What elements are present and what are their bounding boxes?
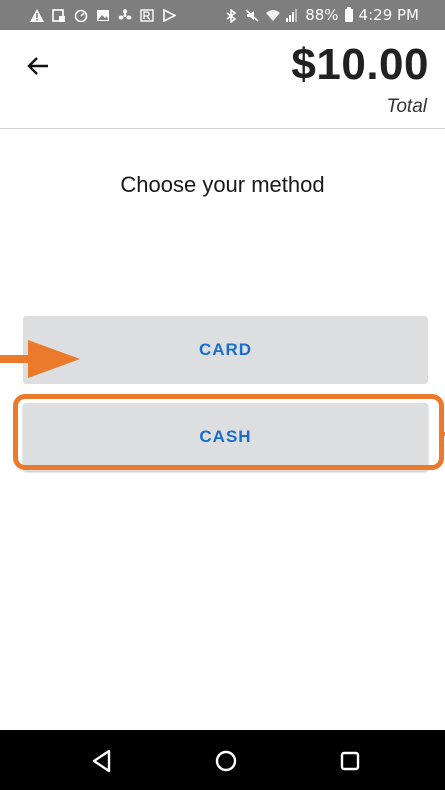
back-button[interactable] (24, 52, 52, 80)
warning-icon (30, 8, 44, 22)
header: $10.00 Total (0, 30, 445, 128)
speedometer-icon (74, 9, 88, 22)
play-icon (162, 8, 176, 22)
pointer-arrow-icon (0, 340, 80, 378)
bluetooth-icon (225, 8, 239, 23)
nav-recents-button[interactable] (337, 748, 363, 774)
total-amount: $10.00 (291, 40, 429, 89)
status-right: 88% 4:29 PM (225, 6, 419, 24)
status-bar: 88% 4:29 PM (0, 0, 445, 30)
battery-icon (344, 6, 353, 22)
highlight-connector (440, 432, 445, 436)
screen-icon (52, 8, 66, 22)
total-label: Total (386, 96, 428, 117)
page-title: Choose your method (120, 172, 325, 197)
card-button[interactable]: CARD (23, 316, 428, 384)
cash-highlight-box (13, 394, 444, 470)
rx-icon (140, 8, 154, 22)
nav-home-button[interactable] (213, 748, 239, 774)
home-circle-icon (215, 750, 237, 772)
fan-icon (118, 8, 132, 22)
signal-icon (285, 8, 299, 22)
recents-square-icon (340, 751, 360, 771)
header-divider (0, 128, 445, 129)
battery-percent: 88% (305, 6, 339, 24)
navigation-bar (0, 730, 445, 790)
status-left-icons (30, 8, 176, 22)
back-triangle-icon (92, 749, 111, 773)
arrow-left-icon (27, 57, 48, 75)
image-icon (96, 9, 110, 22)
wifi-icon (265, 9, 281, 22)
mute-icon (245, 8, 259, 22)
nav-back-button[interactable] (89, 748, 115, 774)
clock: 4:29 PM (358, 6, 419, 24)
